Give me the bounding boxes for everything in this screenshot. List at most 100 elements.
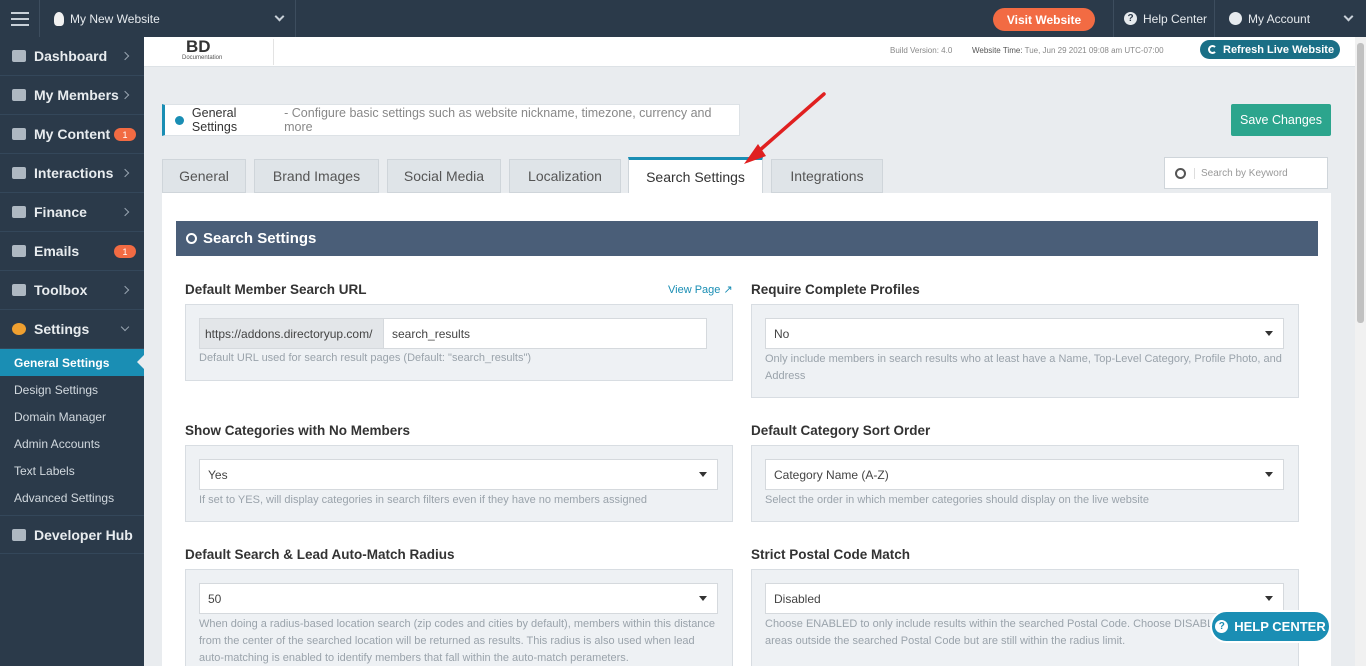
search-settings-panel: Search Settings Default Member Search UR…: [162, 193, 1331, 666]
sidebar-subitem-advanced-settings[interactable]: Advanced Settings: [0, 484, 144, 511]
sidebar-item-dashboard[interactable]: Dashboard: [0, 37, 144, 76]
sidebar-item-my-members[interactable]: My Members: [0, 76, 144, 115]
sidebar-item-settings[interactable]: Settings: [0, 310, 144, 349]
caret-down-icon: [1265, 596, 1273, 601]
menu-icon[interactable]: [0, 0, 40, 37]
show-categories-value: Yes: [208, 467, 228, 482]
category-sort-order-label: Default Category Sort Order: [751, 423, 931, 438]
auto-match-radius-help: When doing a radius-based location searc…: [199, 618, 716, 664]
question-icon: ?: [1124, 12, 1137, 25]
save-changes-button[interactable]: Save Changes: [1231, 104, 1331, 136]
help-center-label: Help Center: [1143, 11, 1208, 26]
tab-integrations[interactable]: Integrations: [771, 159, 883, 193]
show-categories-label: Show Categories with No Members: [185, 423, 411, 438]
panel-title: Search Settings: [203, 230, 317, 247]
chevron-right-icon: [120, 168, 130, 178]
help-center-float-label: HELP CENTER: [1234, 619, 1326, 634]
sidebar-subitem-general-settings[interactable]: General Settings: [0, 349, 144, 376]
keyword-search-input[interactable]: Search by Keyword: [1164, 157, 1328, 189]
refresh-label: Refresh Live Website: [1223, 43, 1335, 56]
pie-chart-icon: [12, 206, 26, 218]
scrollbar-thumb[interactable]: [1357, 43, 1364, 323]
refresh-live-website-button[interactable]: Refresh Live Website: [1200, 40, 1340, 59]
caret-down-icon: [699, 596, 707, 601]
view-page-link[interactable]: View Page ↗: [668, 283, 733, 296]
my-account-menu[interactable]: My Account: [1214, 0, 1366, 37]
strict-postal-code-select[interactable]: Disabled: [765, 583, 1284, 614]
info-bar: General Settings - Configure basic setti…: [162, 104, 740, 136]
chevron-down-icon: [120, 322, 130, 332]
info-icon: [175, 115, 184, 125]
strict-postal-code-help: Choose ENABLED to only include results w…: [765, 618, 1279, 647]
sub-header: BD Documentation Build Version: 4.0 Webs…: [144, 37, 1355, 67]
require-complete-profiles-help: Only include members in search results w…: [765, 353, 1282, 382]
show-categories-help: If set to YES, will display categories i…: [199, 494, 647, 506]
category-sort-order-select[interactable]: Category Name (A-Z): [765, 459, 1284, 490]
logo-subtext: Documentation: [182, 55, 223, 61]
sidebar-item-emails[interactable]: Emails 1: [0, 232, 144, 271]
tab-general[interactable]: General: [162, 159, 246, 193]
info-title: General Settings: [191, 106, 238, 134]
category-sort-order-box: Category Name (A-Z) Select the order in …: [751, 445, 1299, 522]
category-sort-order-help: Select the order in which member categor…: [765, 494, 1149, 506]
lightbulb-icon: [54, 11, 64, 26]
show-categories-select[interactable]: Yes: [199, 459, 718, 490]
help-center-link[interactable]: ? Help Center: [1113, 0, 1213, 37]
envelope-icon: [12, 245, 26, 257]
tab-brand-images[interactable]: Brand Images: [254, 159, 379, 193]
chevron-right-icon: [120, 51, 130, 61]
caret-down-icon: [699, 472, 707, 477]
folder-icon: [12, 128, 26, 140]
sidebar-item-label: Emails: [34, 243, 80, 259]
sidebar-subitem-text-labels[interactable]: Text Labels: [0, 457, 144, 484]
sidebar-item-label: Developer Hub: [34, 526, 133, 543]
sidebar-item-my-content[interactable]: My Content 1: [0, 115, 144, 154]
auto-match-radius-label: Default Search & Lead Auto-Match Radius: [185, 547, 455, 562]
chevron-down-icon: [1343, 11, 1354, 22]
visit-website-button[interactable]: Visit Website: [993, 8, 1095, 31]
member-search-url-help: Default URL used for search result pages…: [199, 352, 532, 364]
tab-search-settings[interactable]: Search Settings: [628, 157, 763, 193]
question-icon: ?: [1215, 620, 1229, 633]
sidebar-item-label: My Members: [34, 87, 119, 103]
user-icon: [1229, 12, 1242, 25]
sidebar-item-finance[interactable]: Finance: [0, 193, 144, 232]
panel-header: Search Settings: [176, 221, 1318, 256]
search-icon: [186, 233, 197, 244]
count-badge: 1: [114, 128, 136, 141]
tab-localization[interactable]: Localization: [509, 159, 621, 193]
website-time-label: Website Time:: [972, 46, 1023, 55]
search-icon: [1175, 167, 1186, 179]
sidebar-subitem-design-settings[interactable]: Design Settings: [0, 376, 144, 403]
require-complete-profiles-box: No Only include members in search result…: [751, 304, 1299, 398]
sidebar-item-developer-hub[interactable]: Developer Hub: [0, 515, 144, 554]
sidebar-subitem-domain-manager[interactable]: Domain Manager: [0, 403, 144, 430]
sidebar-item-label: My Content: [34, 126, 111, 142]
auto-match-radius-select[interactable]: 50: [199, 583, 718, 614]
chevron-right-icon: [120, 285, 130, 295]
refresh-icon: [1208, 45, 1217, 54]
help-center-float-button[interactable]: ? HELP CENTER: [1210, 610, 1331, 643]
strict-postal-code-value: Disabled: [774, 591, 821, 606]
url-prefix: https://addons.directoryup.com/: [199, 318, 384, 349]
sidebar-item-label: Interactions: [34, 165, 114, 181]
sidebar-item-label: Finance: [34, 204, 87, 220]
sidebar-item-label: Toolbox: [34, 282, 88, 298]
website-time: Website Time: Tue, Jun 29 2021 09:08 am …: [972, 46, 1164, 55]
require-complete-profiles-select[interactable]: No: [765, 318, 1284, 349]
view-page-label: View Page: [668, 284, 721, 296]
caret-down-icon: [1265, 472, 1273, 477]
home-icon: [12, 50, 26, 62]
scrollbar[interactable]: [1355, 37, 1366, 666]
require-complete-profiles-value: No: [774, 326, 790, 341]
logo: BD Documentation: [180, 38, 274, 65]
comments-icon: [12, 167, 26, 179]
sidebar-item-toolbox[interactable]: Toolbox: [0, 271, 144, 310]
my-account-label: My Account: [1248, 11, 1311, 26]
sidebar-item-interactions[interactable]: Interactions: [0, 154, 144, 193]
site-selector[interactable]: My New Website: [40, 0, 296, 37]
external-link-icon: ↗: [723, 284, 733, 296]
sidebar-subitem-admin-accounts[interactable]: Admin Accounts: [0, 430, 144, 457]
member-search-url-input[interactable]: search_results: [383, 318, 707, 349]
tab-social-media[interactable]: Social Media: [387, 159, 501, 193]
